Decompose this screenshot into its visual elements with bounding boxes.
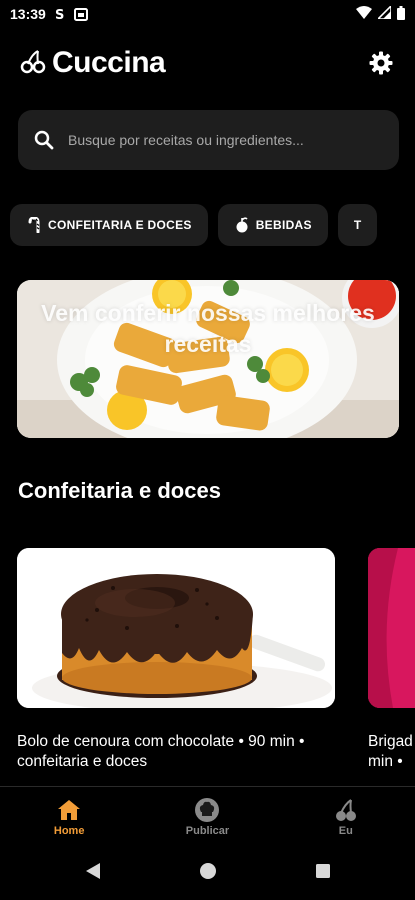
search-input[interactable] [68,132,368,148]
chip-partial[interactable]: T [337,204,378,246]
chip-bebidas[interactable]: BEBIDAS [217,204,328,246]
home-icon [58,797,81,823]
cherries-logo-icon [20,48,46,79]
circle-home-icon [199,862,216,879]
recipe-image [368,548,415,708]
search-box[interactable] [18,110,399,170]
bottom-nav: Home Publicar Eu [0,786,415,846]
category-chips: CONFEITARIA E DOCES BEBIDAS T [10,204,415,246]
back-button[interactable] [85,862,100,884]
calendar-icon [73,7,88,21]
nav-label: Publicar [185,824,230,837]
recipe-card[interactable]: Bolo de cenoura com chocolate • 90 min •… [17,548,335,772]
back-icon [85,862,100,879]
app-header: Cuccina [0,38,415,88]
recipe-caption: Bolo de cenoura com chocolate • 90 min •… [17,733,305,770]
settings-button[interactable] [367,49,395,77]
recipe-card[interactable]: Brigad min • [368,548,415,772]
search-icon [34,130,54,150]
svg-text:S: S [55,8,64,21]
status-time: 13:39 [10,6,46,22]
chip-label: CONFEITARIA E DOCES [48,218,192,232]
cherries-icon [334,797,358,823]
recipe-caption: Brigad min • [368,733,413,770]
recipe-image [17,548,335,708]
signal-icon [376,4,392,22]
chip-label: T [353,218,362,232]
fruit-icon [236,217,248,233]
battery-icon [397,5,405,23]
sync-icon: S [54,7,66,21]
gear-icon [369,51,393,75]
nav-publicar[interactable]: Publicar [138,787,276,846]
candy-cane-icon [28,217,40,233]
featured-banner[interactable]: Vem conferir nossas melhores receitas [17,280,399,438]
home-system-button[interactable] [199,862,216,884]
chip-confeitaria[interactable]: CONFEITARIA E DOCES [10,204,208,246]
system-nav-bar [0,846,415,900]
app-title: Cuccina [52,46,166,79]
recents-button[interactable] [315,863,330,883]
nav-eu[interactable]: Eu [277,787,415,846]
recipe-card-row: Bolo de cenoura com chocolate • 90 min •… [0,548,415,778]
recents-icon [315,863,330,878]
status-bar: 13:39 S [0,0,415,28]
nav-label: Eu [338,824,353,837]
section-title: Confeitaria e doces [18,478,221,503]
wifi-icon [356,6,372,22]
nav-home[interactable]: Home [0,787,138,846]
chef-hat-icon [194,797,220,823]
banner-text: Vem conferir nossas melhores receitas [41,300,375,357]
nav-label: Home [53,824,85,837]
chip-label: BEBIDAS [255,218,312,232]
